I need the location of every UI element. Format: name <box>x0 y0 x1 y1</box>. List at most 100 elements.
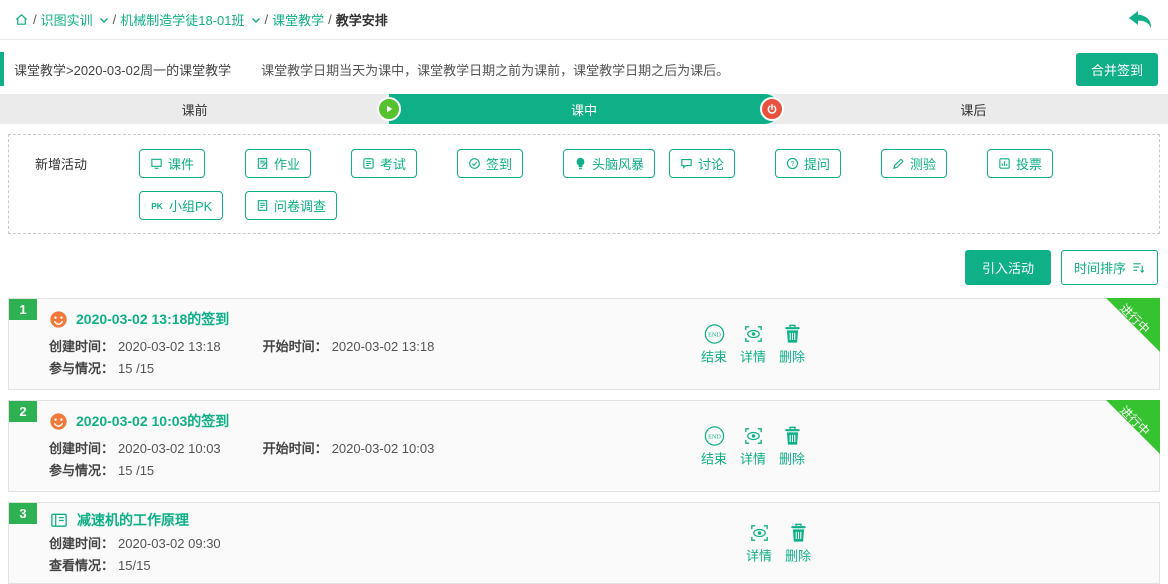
courseware-book-icon <box>49 511 69 530</box>
created-time-value: 2020-03-02 10:03 <box>118 441 221 456</box>
homework-icon <box>256 157 269 170</box>
discussion-icon <box>680 157 693 170</box>
participation-value: 15 /15 <box>118 361 154 376</box>
home-icon[interactable] <box>14 12 29 27</box>
end-icon: END <box>703 425 726 448</box>
play-icon <box>377 97 401 121</box>
new-activity-label: 新增活动 <box>35 149 139 173</box>
pk-icon: PK <box>150 199 164 212</box>
power-icon <box>760 97 784 121</box>
activity-title[interactable]: 2020-03-02 13:18的签到 <box>76 309 229 329</box>
end-button[interactable]: END 结束 <box>701 425 727 468</box>
courseware-button[interactable]: 课件 <box>139 149 205 178</box>
breadcrumb-item-current: 教学安排 <box>336 10 388 29</box>
detail-eye-icon <box>742 425 765 448</box>
start-time-value: 2020-03-02 13:18 <box>332 339 435 354</box>
participation-value: 15 /15 <box>118 463 154 478</box>
lesson-label: 课堂教学>2020-03-02周一的课堂教学 <box>14 60 231 79</box>
chevron-down-icon <box>251 16 261 24</box>
trash-icon <box>787 522 810 545</box>
item-number-badge: 3 <box>9 503 37 524</box>
start-time-value: 2020-03-02 10:03 <box>332 441 435 456</box>
question-icon: ? <box>786 157 799 170</box>
breadcrumb-separator: / <box>328 12 332 27</box>
discussion-button[interactable]: 讨论 <box>669 149 735 178</box>
phase-hint: 课堂教学日期当天为课中，课堂教学日期之前为课前，课堂教学日期之后为课后。 <box>261 60 729 79</box>
breadcrumb-separator: / <box>33 12 37 27</box>
breadcrumb-separator: / <box>113 12 117 27</box>
activity-title[interactable]: 减速机的工作原理 <box>77 510 189 530</box>
activity-title[interactable]: 2020-03-02 10:03的签到 <box>76 411 229 431</box>
smiley-signin-icon <box>49 310 68 329</box>
activity-button-group: 课件 作业 考试 签到 头脑风暴 讨论 ? 提问 测验 投票 PK 小组PK <box>139 149 1153 220</box>
back-arrow-icon[interactable] <box>1128 10 1152 30</box>
participation-label: 参与情况： <box>49 361 114 376</box>
created-time-value: 2020-03-02 13:18 <box>118 339 221 354</box>
created-time-label: 创建时间： <box>49 339 114 354</box>
start-time-label: 开始时间： <box>263 339 328 354</box>
item-number-badge: 1 <box>9 299 37 320</box>
activity-card: 2 2020-03-02 10:03的签到 创建时间： 2020-03-02 10… <box>8 400 1160 492</box>
exam-icon <box>362 157 375 170</box>
start-time-label: 开始时间： <box>263 441 328 456</box>
quiz-button[interactable]: 测验 <box>881 149 947 178</box>
question-button[interactable]: ? 提问 <box>775 149 841 178</box>
chevron-down-icon <box>99 16 109 24</box>
delete-button[interactable]: 删除 <box>785 522 811 565</box>
created-time-value: 2020-03-02 09:30 <box>118 536 221 551</box>
trash-icon <box>781 425 804 448</box>
created-time-label: 创建时间： <box>49 441 114 456</box>
tab-before-class[interactable]: 课前 <box>0 94 389 124</box>
participation-label: 参与情况： <box>49 463 114 478</box>
signin-icon <box>468 157 481 170</box>
status-ribbon: 进行中 <box>1106 298 1160 352</box>
survey-button[interactable]: 问卷调查 <box>245 191 337 220</box>
new-activity-panel: 新增活动 课件 作业 考试 签到 头脑风暴 讨论 ? 提问 测验 投票 <box>8 134 1160 234</box>
activity-card: 3 减速机的工作原理 创建时间： 2020-03-02 09:30 查看情况： 15… <box>8 502 1160 584</box>
end-button[interactable]: END 结束 <box>701 323 727 366</box>
end-icon: END <box>703 323 726 346</box>
breadcrumb-item-course[interactable]: 识图实训 <box>41 10 109 29</box>
detail-button[interactable]: 详情 <box>740 425 766 468</box>
smiley-signin-icon <box>49 412 68 431</box>
detail-button[interactable]: 详情 <box>740 323 766 366</box>
tab-during-class[interactable]: 课中 <box>389 94 778 124</box>
brainstorm-icon <box>574 157 587 170</box>
import-activity-button[interactable]: 引入活动 <box>965 250 1051 285</box>
survey-icon <box>256 199 269 212</box>
svg-text:END: END <box>708 331 721 338</box>
time-sort-button[interactable]: 时间排序 <box>1061 250 1158 285</box>
list-toolbar: 引入活动 时间排序 <box>10 250 1158 285</box>
breadcrumb: / 识图实训 / 机械制造学徒18-01班 / 课堂教学 / 教学安排 <box>0 0 1168 40</box>
view-status-value: 15/15 <box>118 558 151 573</box>
trash-icon <box>781 323 804 346</box>
homework-button[interactable]: 作业 <box>245 149 311 178</box>
merge-signin-button[interactable]: 合并签到 <box>1076 53 1158 86</box>
sort-icon <box>1132 261 1145 274</box>
exam-button[interactable]: 考试 <box>351 149 417 178</box>
detail-eye-icon <box>748 522 771 545</box>
detail-button[interactable]: 详情 <box>746 522 772 565</box>
detail-eye-icon <box>742 323 765 346</box>
tab-after-class[interactable]: 课后 <box>779 94 1168 124</box>
vote-button[interactable]: 投票 <box>987 149 1053 178</box>
brainstorm-button[interactable]: 头脑风暴 <box>563 149 655 178</box>
signin-button[interactable]: 签到 <box>457 149 523 178</box>
svg-text:END: END <box>708 433 721 440</box>
svg-text:?: ? <box>791 161 795 168</box>
status-ribbon: 进行中 <box>1106 400 1160 454</box>
view-status-label: 查看情况： <box>49 558 114 573</box>
breadcrumb-item-class[interactable]: 机械制造学徒18-01班 <box>120 10 260 29</box>
delete-button[interactable]: 删除 <box>779 425 805 468</box>
delete-button[interactable]: 删除 <box>779 323 805 366</box>
group-pk-button[interactable]: PK 小组PK <box>139 191 223 220</box>
breadcrumb-item-teaching[interactable]: 课堂教学 <box>272 10 324 29</box>
phase-tab-bar: 课前 课中 课后 <box>0 94 1168 124</box>
courseware-icon <box>150 157 163 170</box>
quiz-icon <box>892 157 905 170</box>
svg-text:PK: PK <box>151 201 163 211</box>
created-time-label: 创建时间： <box>49 536 114 551</box>
item-number-badge: 2 <box>9 401 37 422</box>
breadcrumb-separator: / <box>265 12 269 27</box>
activity-card: 1 2020-03-02 13:18的签到 创建时间： 2020-03-02 13… <box>8 298 1160 390</box>
